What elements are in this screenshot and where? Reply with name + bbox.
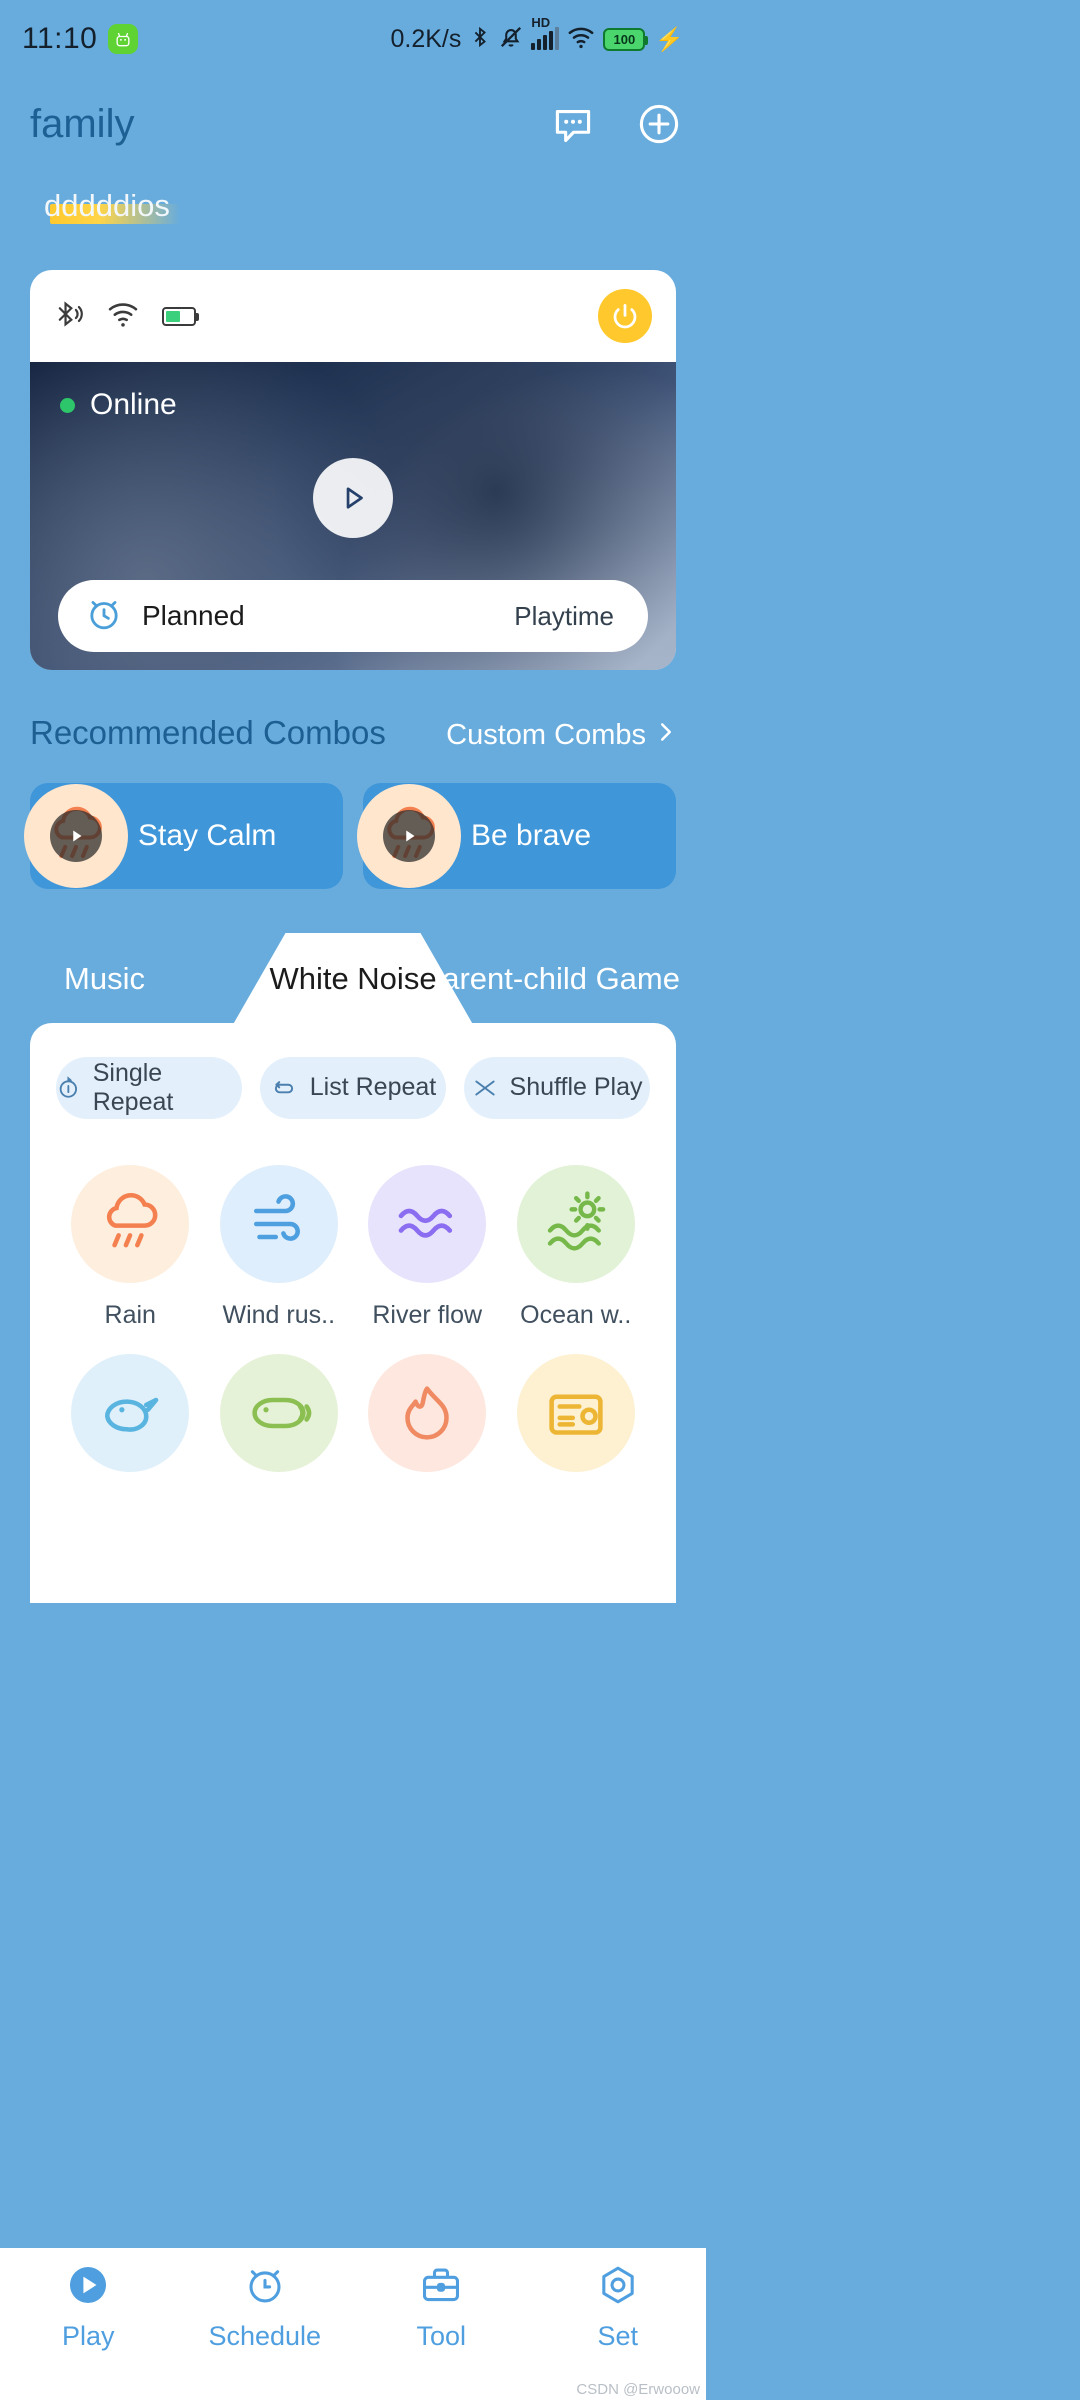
chevron-right-icon: [656, 717, 676, 755]
sound-label: Wind rus..: [222, 1300, 336, 1329]
device-tab-label: dddddios: [44, 188, 170, 223]
chip-list-repeat[interactable]: List Repeat: [260, 1056, 446, 1119]
android-robot-icon: [108, 24, 139, 54]
power-button[interactable]: [598, 289, 652, 343]
device-card-statusrow: [30, 270, 676, 362]
bottom-navigation: Play Schedule Tool Set: [0, 2248, 706, 2400]
planned-bar[interactable]: Planned Playtime: [58, 580, 648, 652]
bluetooth-icon: [54, 297, 84, 336]
content-tab-strip: Music White Noise Parent-child Game: [0, 932, 706, 1025]
sound-item-whale[interactable]: [205, 1353, 354, 1490]
nav-label: Play: [61, 2321, 115, 2351]
sound-item-rain[interactable]: Rain: [56, 1164, 205, 1330]
bell-muted-icon: [498, 23, 524, 56]
sound-item-bird[interactable]: [56, 1353, 205, 1490]
sound-item-river[interactable]: River flow: [353, 1164, 502, 1330]
sound-item-flame[interactable]: [353, 1353, 502, 1490]
content-panel: Single Repeat List Repeat Shuffle Play R…: [30, 1022, 676, 1603]
alarm-clock-icon: [242, 2262, 288, 2313]
device-status-icons: [54, 297, 199, 336]
sound-label: Rain: [104, 1300, 156, 1329]
network-speed: 0.2K/s: [390, 24, 462, 53]
device-media-preview[interactable]: Online Planned Playtime: [30, 362, 676, 670]
chat-bubble-icon[interactable]: [550, 101, 596, 147]
recommended-title: Recommended Combos: [30, 714, 386, 751]
bluetooth-icon: [469, 23, 491, 56]
status-bar: 11:10 0.2K/s HD 100 ⚡: [0, 0, 706, 78]
hd-label: HD: [531, 15, 551, 30]
sound-item-radio[interactable]: [502, 1353, 651, 1490]
page-title: family: [30, 101, 135, 146]
gear-hex-icon: [595, 2262, 641, 2313]
recommended-header: Recommended Combos Custom Combs: [0, 670, 706, 755]
nav-item-set[interactable]: Set: [530, 2262, 707, 2352]
device-tab-strip: dddddios: [0, 154, 706, 232]
planned-left: Planned: [84, 594, 245, 639]
chip-shuffle-play[interactable]: Shuffle Play: [464, 1056, 650, 1119]
combo-list: Stay Calm Be brave: [0, 755, 706, 889]
nav-label: Tool: [416, 2321, 467, 2351]
combo-card[interactable]: Stay Calm: [24, 782, 343, 889]
planned-label: Planned: [142, 600, 245, 631]
app-header: family: [0, 78, 706, 154]
sunset-waves-icon: [516, 1164, 635, 1283]
sound-label: River flow: [372, 1300, 483, 1329]
custom-combos-link[interactable]: Custom Combs: [446, 717, 676, 755]
planned-value: Playtime: [514, 600, 614, 631]
rain-cloud-icon: [71, 1164, 190, 1283]
sound-item-ocean[interactable]: Ocean w..: [502, 1164, 651, 1330]
chip-single-repeat[interactable]: Single Repeat: [56, 1056, 242, 1119]
online-status: Online: [60, 388, 177, 422]
tab-parent-child-game[interactable]: Parent-child Game: [422, 961, 680, 997]
chip-label: Single Repeat: [92, 1058, 174, 1116]
sound-item-wind[interactable]: Wind rus..: [205, 1164, 354, 1330]
chip-label: List Repeat: [309, 1073, 437, 1101]
plus-circle-icon[interactable]: [636, 101, 682, 147]
play-mode-chips: Single Repeat List Repeat Shuffle Play: [56, 1056, 650, 1119]
radio-icon: [516, 1353, 635, 1472]
online-label: Online: [90, 388, 177, 421]
sound-grid: Rain Wind rus.. River flow Ocean w..: [56, 1164, 651, 1490]
combo-label: Be brave: [471, 818, 592, 852]
nav-item-tool[interactable]: Tool: [353, 2262, 530, 2352]
signal-bars-icon: HD: [531, 15, 560, 50]
nav-label: Schedule: [208, 2321, 322, 2351]
status-dot: [60, 397, 75, 413]
nav-label: Set: [597, 2321, 639, 2351]
status-indicators: 0.2K/s HD 100 ⚡: [390, 15, 684, 56]
whale-icon: [219, 1353, 338, 1472]
custom-combos-label: Custom Combs: [446, 719, 646, 751]
battery-charging-icon: [162, 306, 199, 326]
waves-icon: [368, 1164, 487, 1283]
wind-icon: [219, 1164, 338, 1283]
toolbox-icon: [418, 2262, 464, 2313]
play-circle-icon: [65, 2262, 111, 2313]
charging-bolt-icon: ⚡: [655, 25, 684, 52]
device-card: Online Planned Playtime: [30, 270, 676, 670]
wifi-icon: [106, 299, 140, 334]
watermark: CSDN @Erwooow: [576, 2381, 700, 2398]
combo-card[interactable]: Be brave: [357, 782, 676, 889]
rain-cloud-icon: [24, 783, 128, 888]
device-tab[interactable]: dddddios: [40, 188, 180, 232]
tab-white-noise[interactable]: White Noise: [269, 961, 436, 997]
combo-label: Stay Calm: [138, 818, 277, 852]
sound-label: Ocean w..: [520, 1300, 632, 1329]
wifi-icon: [566, 24, 596, 55]
bird-icon: [71, 1353, 190, 1472]
status-time: 11:10: [22, 22, 98, 55]
header-actions: [550, 101, 682, 147]
alarm-clock-icon: [84, 594, 124, 639]
play-button-overlay[interactable]: [313, 457, 393, 538]
rain-cloud-icon: [357, 783, 461, 888]
nav-item-play[interactable]: Play: [0, 2262, 177, 2352]
chip-label: Shuffle Play: [509, 1073, 643, 1101]
flame-icon: [368, 1353, 487, 1472]
play-icon: [383, 809, 435, 862]
battery-indicator: 100: [603, 27, 649, 51]
tab-music[interactable]: Music: [64, 961, 145, 997]
nav-item-schedule[interactable]: Schedule: [177, 2262, 354, 2352]
play-icon: [50, 809, 102, 862]
